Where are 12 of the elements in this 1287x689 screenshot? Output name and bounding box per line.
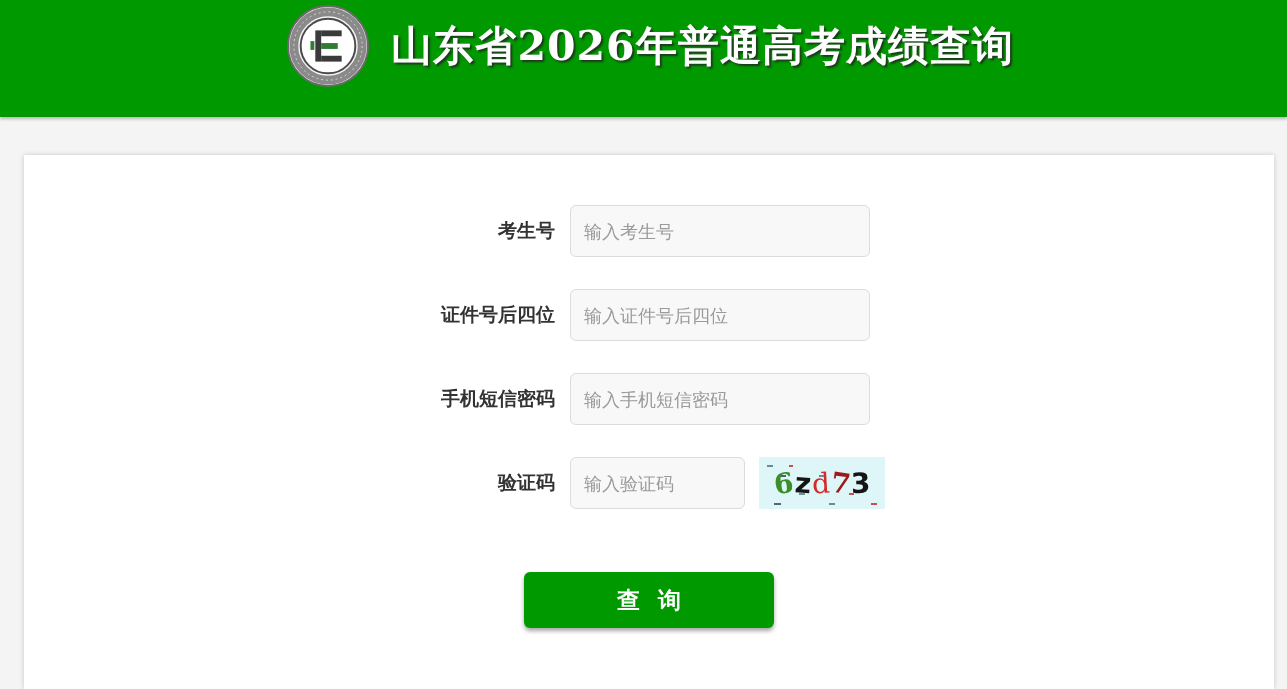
input-field[interactable]: 输入证件号后四位 bbox=[570, 289, 870, 341]
field-label: 考生号 bbox=[498, 218, 555, 243]
input-field[interactable]: 输入手机短信密码 bbox=[570, 373, 870, 425]
input-field[interactable]: 输入考生号 bbox=[570, 205, 870, 257]
field-label: 手机短信密码 bbox=[441, 386, 555, 411]
field-label: 验证码 bbox=[498, 470, 555, 495]
emblem-icon bbox=[287, 5, 370, 87]
page-title: 山东省2026年普通高考成绩查询 bbox=[391, 21, 1014, 72]
submit-button[interactable]: 查 询 bbox=[524, 572, 774, 628]
input-field[interactable]: 输入验证码 bbox=[570, 457, 745, 509]
captcha-image[interactable]: 6zd73 bbox=[759, 457, 885, 509]
field-label: 证件号后四位 bbox=[441, 302, 555, 327]
